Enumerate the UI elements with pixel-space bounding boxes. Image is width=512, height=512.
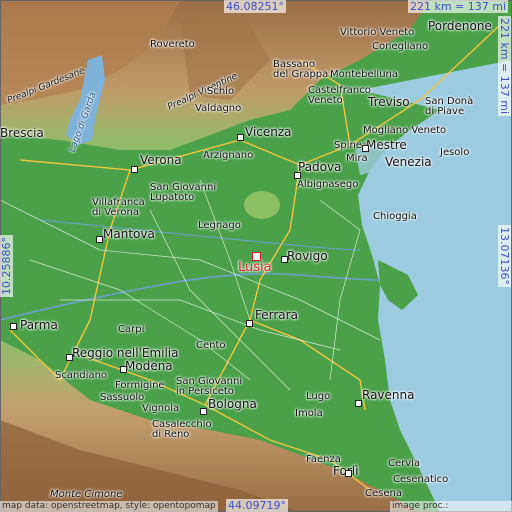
city-dot (345, 470, 352, 477)
place-label[interactable]: Chioggia (373, 212, 417, 222)
place-label[interactable]: Jesolo (440, 148, 469, 158)
place-label[interactable]: Montebelluna (330, 70, 398, 80)
place-label[interactable]: San Donà di Piave (425, 97, 475, 117)
place-label[interactable]: Conegliano (372, 42, 428, 52)
peak-label[interactable]: Monte Cimone (50, 490, 122, 500)
place-label[interactable]: Bassano del Grappa (273, 60, 331, 80)
place-label[interactable]: Casalecchio di Reno (152, 420, 222, 440)
place-label[interactable]: Schio (207, 87, 234, 97)
place-label[interactable]: Rovereto (150, 40, 195, 50)
coord-left: 10.25886° (0, 235, 13, 297)
place-label[interactable]: Brescia (0, 127, 44, 139)
city-dot (294, 172, 301, 179)
place-label[interactable]: Reggio nell'Emilia (72, 347, 179, 359)
city-dot (66, 354, 73, 361)
place-label[interactable]: Modena (125, 360, 173, 372)
city-dot (246, 320, 253, 327)
place-label[interactable]: Mantova (103, 228, 155, 240)
place-label[interactable]: Vicenza (245, 126, 292, 138)
place-label[interactable]: Venezia (385, 156, 432, 168)
credit-left: map data: openstreetmap, style: opentopo… (0, 501, 218, 512)
place-label[interactable]: Pordenone (428, 20, 492, 32)
place-label[interactable]: Padova (298, 161, 341, 173)
city-dot (237, 134, 244, 141)
place-label[interactable]: Mogliano Veneto (363, 126, 446, 136)
place-label[interactable]: Cento (196, 341, 226, 351)
place-label[interactable]: Bologna (208, 398, 257, 410)
city-dot (96, 236, 103, 243)
city-dot (281, 256, 288, 263)
city-dot (131, 166, 138, 173)
place-label[interactable]: Castelfranco Veneto (308, 86, 371, 106)
scale-top: 221 km = 137 mi (408, 0, 509, 13)
city-dot (362, 145, 369, 152)
place-label[interactable]: Parma (20, 319, 58, 331)
place-label[interactable]: Valdagno (195, 104, 241, 114)
place-label[interactable]: Verona (140, 154, 182, 166)
place-label[interactable]: Scandiano (55, 371, 107, 381)
place-label[interactable]: San Giovanni Lupatoto (150, 183, 220, 203)
map[interactable]: Prealpi Gardesane Lago di Garda Prealpi … (0, 0, 512, 512)
place-label[interactable]: Rovigo (287, 250, 328, 262)
city-dot (120, 366, 127, 373)
place-label[interactable]: Vittorio Veneto (340, 28, 414, 38)
place-label[interactable]: San Giovanni in Persiceto (176, 377, 251, 397)
place-label[interactable]: Mestre (366, 139, 407, 151)
place-label[interactable]: Arzignano (203, 151, 253, 161)
place-label[interactable]: Mira (346, 154, 368, 164)
credit-right: image proc.: elevation.city (390, 501, 512, 512)
place-label[interactable]: Formigine (115, 381, 165, 391)
place-label[interactable]: Treviso (368, 96, 410, 108)
place-label[interactable]: Sassuolo (100, 393, 144, 403)
city-dot (200, 408, 207, 415)
place-label[interactable]: Carpi (118, 325, 144, 335)
coord-top: 46.08251° (224, 0, 286, 13)
place-label[interactable]: Ferrara (255, 309, 298, 321)
place-label[interactable]: Cesenatico (393, 475, 448, 485)
place-label[interactable]: Ravenna (362, 389, 414, 401)
place-label[interactable]: Imola (295, 409, 323, 419)
city-dot (355, 400, 362, 407)
place-label[interactable]: Villafranca di Verona (92, 198, 152, 218)
city-dot (10, 323, 17, 330)
coord-right: 13.07136° (498, 225, 511, 287)
scale-right: 221 km = 137 mi (498, 16, 511, 117)
place-label[interactable]: Albignasego (297, 180, 358, 190)
place-label[interactable]: Cesena (365, 489, 402, 499)
place-label[interactable]: Vignola (142, 404, 179, 414)
place-label[interactable]: Legnago (198, 221, 241, 231)
coord-bottom: 44.09719° (226, 499, 288, 512)
place-label[interactable]: Cervia (388, 459, 420, 469)
place-label[interactable]: Lugo (306, 392, 330, 402)
target-label[interactable]: Lusia (238, 260, 272, 275)
